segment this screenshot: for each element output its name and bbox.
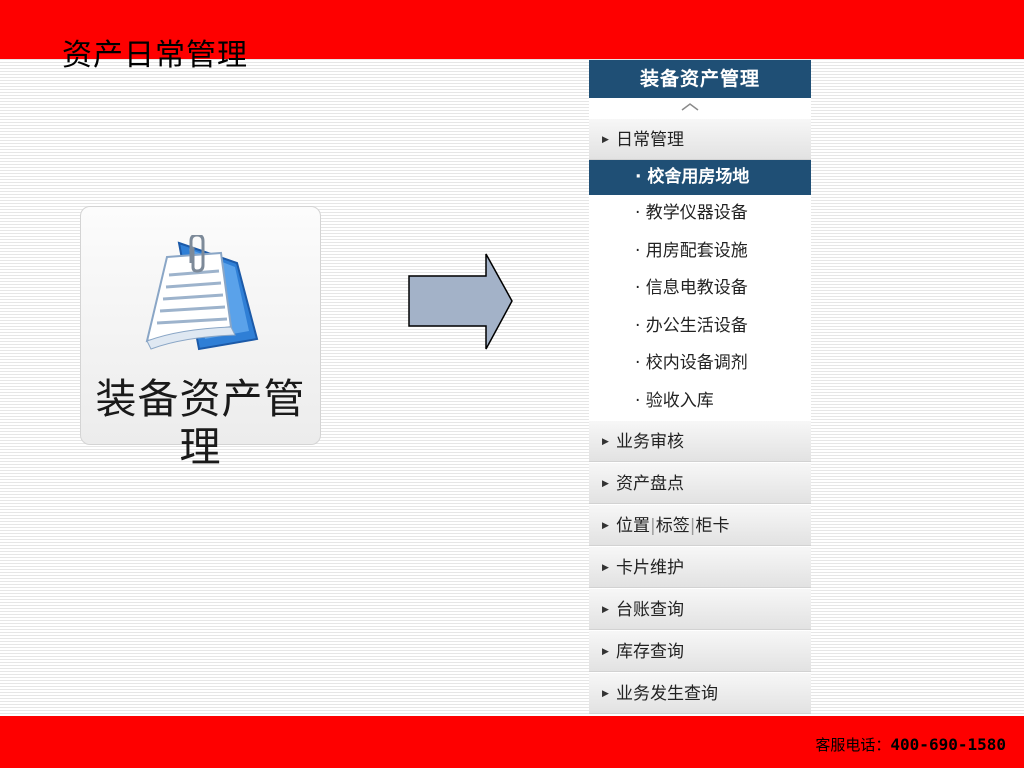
menu-group-label: 业务发生查询: [616, 684, 718, 704]
menu-group-label: 资产盘点: [616, 474, 684, 494]
caret-right-icon: ▶: [602, 135, 609, 145]
submenu-item-acceptance-storage[interactable]: · 验收入库: [589, 383, 811, 421]
menu-group-stock-query[interactable]: ▶ 库存查询: [589, 630, 811, 672]
caret-right-icon: ▶: [602, 689, 609, 699]
menu-group-label: 台账查询: [616, 600, 684, 620]
menu-group-label-cabinet-card: 柜卡: [695, 516, 730, 536]
caret-right-icon: ▶: [602, 479, 609, 489]
caret-right-icon: ▶: [602, 605, 609, 615]
menu-group-daily-management[interactable]: ▶ 日常管理: [589, 118, 811, 160]
menu-group-ledger-query[interactable]: ▶ 台账查询: [589, 588, 811, 630]
submenu-item-teaching-instruments[interactable]: · 教学仪器设备: [589, 195, 811, 233]
menu-group-business-occurrence-query[interactable]: ▶ 业务发生查询: [589, 672, 811, 714]
menu-group-label-tag: 标签: [655, 516, 690, 536]
submenu-item-campus-buildings[interactable]: · 校舍用房场地: [589, 160, 811, 195]
submenu-item-it-av-equipment[interactable]: · 信息电教设备: [589, 270, 811, 308]
equipment-asset-management-tile[interactable]: 装备资产管理: [80, 206, 321, 471]
side-menu: 装备资产管理 ▶ 日常管理 · 校舍用房场地 · 教学仪器设备 · 用房配套设施 …: [589, 60, 811, 730]
menu-group-label: 日常管理: [616, 130, 684, 150]
menu-group-label: 库存查询: [616, 642, 684, 662]
hotline-label: 客服电话：: [815, 736, 891, 754]
menu-group-position-label-cabinet[interactable]: ▶ 位置|标签|柜卡: [589, 504, 811, 546]
menu-group-label: 业务审核: [616, 432, 684, 452]
menu-group-asset-inventory[interactable]: ▶ 资产盘点: [589, 462, 811, 504]
collapse-toggle[interactable]: [589, 98, 811, 118]
caret-right-icon: ▶: [602, 647, 609, 657]
menu-group-label-position: 位置: [616, 516, 650, 536]
tile-label: 装备资产管理: [95, 375, 306, 471]
right-arrow-icon: [408, 253, 514, 357]
chevron-up-icon: [681, 103, 699, 111]
hotline-number: 400-690-1580: [890, 735, 1006, 754]
menu-group-card-maintenance[interactable]: ▶ 卡片维护: [589, 546, 811, 588]
menu-group-business-review[interactable]: ▶ 业务审核: [589, 420, 811, 462]
menu-group-label: 卡片维护: [616, 558, 684, 578]
submenu-item-office-living-equipment[interactable]: · 办公生活设备: [589, 308, 811, 346]
submenu-item-equipment-transfer[interactable]: · 校内设备调剂: [589, 345, 811, 383]
caret-right-icon: ▶: [602, 521, 609, 531]
document-with-paperclip-icon: [139, 233, 263, 361]
customer-service-hotline: 客服电话：400-690-1580: [815, 734, 1006, 755]
menu-header: 装备资产管理: [589, 60, 811, 98]
caret-right-icon: ▶: [602, 563, 609, 573]
caret-right-icon: ▶: [602, 437, 609, 447]
submenu-item-room-facilities[interactable]: · 用房配套设施: [589, 233, 811, 271]
slide-title: 资产日常管理: [62, 38, 248, 73]
